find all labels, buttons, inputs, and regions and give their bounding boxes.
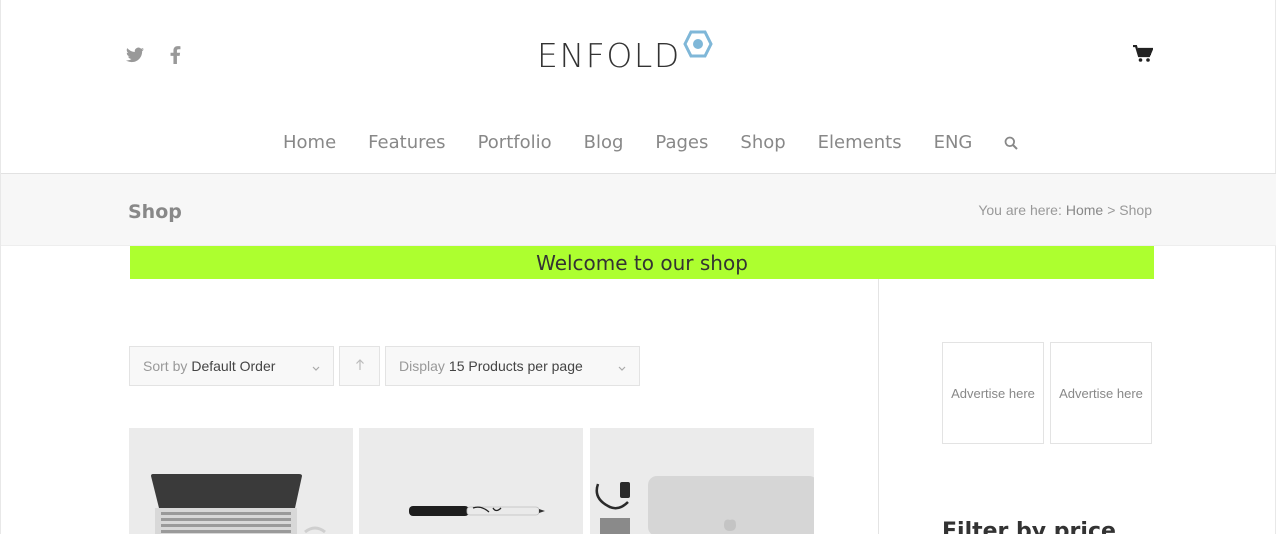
nav-features[interactable]: Features — [352, 128, 461, 158]
sidebar-divider — [878, 279, 879, 534]
nav-blog[interactable]: Blog — [568, 128, 640, 158]
display-label: Display — [399, 358, 445, 374]
sort-by-label: Sort by — [143, 358, 188, 374]
breadcrumb-prefix: You are here: — [978, 202, 1062, 218]
sort-direction-button[interactable] — [339, 346, 380, 386]
breadcrumb: You are here: Home > Shop — [978, 202, 1152, 218]
social-links — [126, 45, 184, 65]
nav-home[interactable]: Home — [267, 128, 352, 158]
page: ENFOLD Home Features Portfolio Blog Page… — [0, 0, 1276, 534]
ad-text: Advertise here — [1059, 385, 1143, 401]
marker-image — [359, 428, 583, 534]
search-icon[interactable] — [988, 128, 1034, 158]
product-card-marker[interactable] — [359, 428, 583, 534]
laptop-image — [129, 428, 353, 534]
macbook-image — [590, 428, 814, 534]
site-logo[interactable]: ENFOLD — [537, 30, 713, 81]
display-count-dropdown[interactable]: Display 15 Products per page — [385, 346, 640, 386]
twitter-icon[interactable] — [126, 45, 144, 65]
breadcrumb-current: > Shop — [1107, 202, 1152, 218]
advertisement-slot[interactable]: Advertise here — [942, 342, 1044, 444]
hexagon-logo-icon — [683, 30, 713, 63]
chevron-down-icon — [617, 360, 627, 376]
product-card-macbook[interactable] — [590, 428, 814, 534]
facebook-icon[interactable] — [166, 45, 184, 65]
ad-text: Advertise here — [951, 385, 1035, 401]
nav-language[interactable]: ENG — [918, 128, 989, 158]
breadcrumb-home-link[interactable]: Home — [1066, 202, 1103, 218]
main-nav: Home Features Portfolio Blog Pages Shop … — [267, 128, 1034, 158]
filter-by-price-heading: Filter by price — [942, 519, 1116, 534]
nav-pages[interactable]: Pages — [639, 128, 724, 158]
sort-by-value: Default Order — [191, 358, 276, 374]
title-bar: Shop You are here: Home > Shop — [1, 174, 1276, 246]
cart-icon[interactable] — [1133, 44, 1154, 65]
advertisement-slot[interactable]: Advertise here — [1050, 342, 1152, 444]
welcome-banner: Welcome to our shop — [130, 246, 1154, 279]
nav-shop[interactable]: Shop — [724, 128, 801, 158]
display-value: 15 Products per page — [448, 358, 583, 374]
sort-by-dropdown[interactable]: Sort by Default Order — [129, 346, 334, 386]
nav-elements[interactable]: Elements — [802, 128, 918, 158]
page-title: Shop — [128, 201, 182, 223]
nav-portfolio[interactable]: Portfolio — [462, 128, 568, 158]
welcome-text: Welcome to our shop — [536, 250, 748, 275]
logo-text: ENFOLD — [537, 36, 681, 75]
product-card-laptop[interactable] — [129, 428, 353, 534]
arrow-up-icon — [355, 358, 365, 374]
chevron-down-icon — [311, 360, 321, 376]
